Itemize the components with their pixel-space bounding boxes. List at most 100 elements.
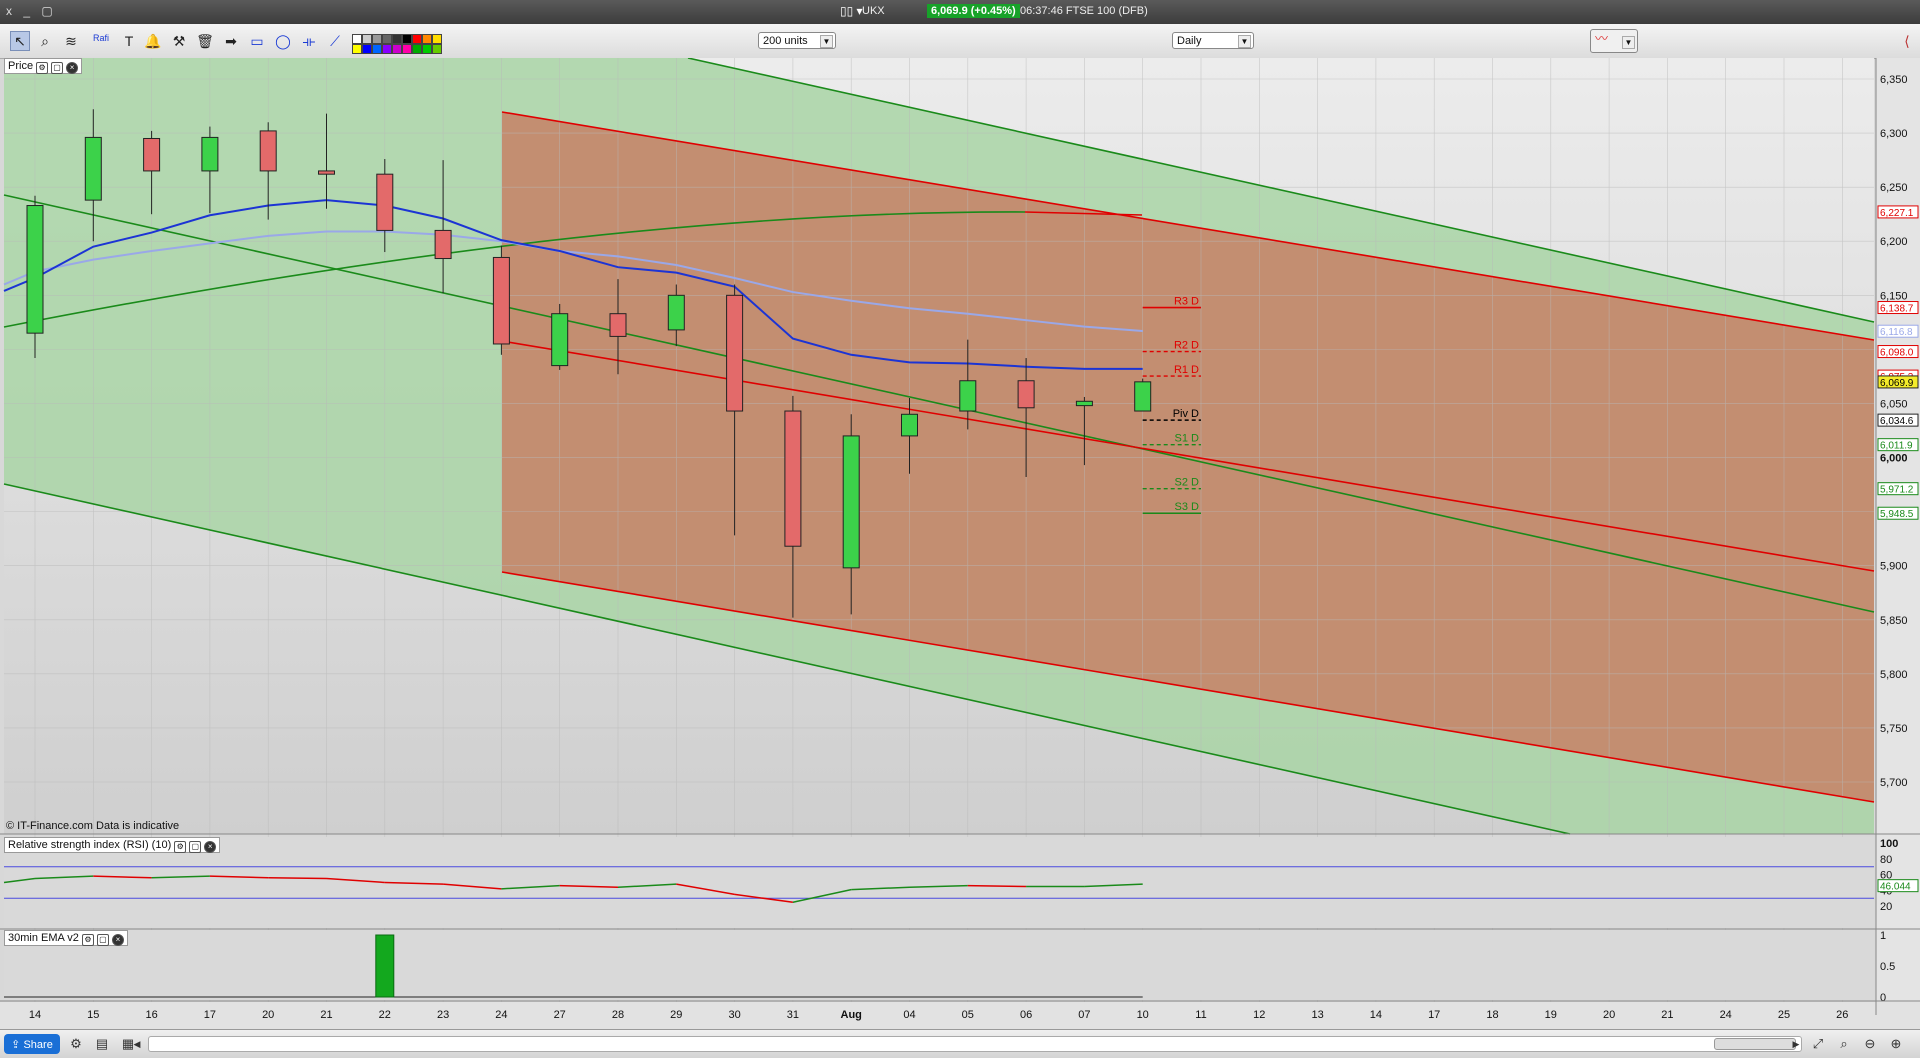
x-tick-label: 20: [262, 1009, 274, 1021]
pivot-label: R3 D: [1174, 296, 1199, 308]
interval-select[interactable]: Daily ▼: [1172, 32, 1254, 49]
color-swatch[interactable]: [432, 44, 442, 54]
maximize-icon[interactable]: ▢: [96, 934, 109, 946]
chevron-down-icon: ▼: [820, 35, 833, 48]
color-swatch[interactable]: [392, 44, 402, 54]
candle-body: [959, 380, 977, 412]
color-swatch[interactable]: [412, 34, 422, 44]
rsi-panel-bg: [4, 837, 1874, 928]
chart-type-icon[interactable]: ▯▯ ▾: [840, 4, 863, 18]
indicator-menu-button[interactable]: 〰 ▼: [1590, 29, 1638, 53]
x-tick-label: 29: [670, 1009, 682, 1021]
color-swatch[interactable]: [372, 44, 382, 54]
color-swatch[interactable]: [402, 34, 412, 44]
ema-panel-bg: [4, 930, 1874, 1000]
wrench-icon[interactable]: ⚙: [174, 841, 187, 853]
collapse-icon[interactable]: ⟨: [1898, 32, 1916, 50]
price-tick-label: 5,850: [1880, 615, 1908, 627]
price-tag-label: 5,948.5: [1880, 509, 1914, 520]
rsi-segment: [268, 877, 327, 880]
color-swatch[interactable]: [362, 44, 372, 54]
settings-icon[interactable]: ⚙: [68, 1036, 84, 1052]
pivot-label: R2 D: [1174, 340, 1199, 352]
color-swatch[interactable]: [382, 44, 392, 54]
zoom-area-icon[interactable]: ⌕: [1836, 1036, 1852, 1052]
x-tick-label: 24: [495, 1009, 507, 1021]
maximize-icon[interactable]: ▢: [51, 62, 64, 74]
x-tick-label: 22: [379, 1009, 391, 1021]
x-tick-label: 05: [962, 1009, 974, 1021]
x-tick-label: 25: [1778, 1009, 1790, 1021]
close-icon[interactable]: ×: [111, 934, 124, 946]
close-icon[interactable]: ×: [204, 841, 217, 853]
candle-body: [84, 136, 102, 201]
close-icon[interactable]: ×: [66, 62, 79, 74]
color-swatch[interactable]: [372, 34, 382, 44]
window-controls[interactable]: x _ ▢: [6, 4, 57, 18]
price-tick-label: 6,150: [1880, 290, 1908, 302]
pivot-label: S3 D: [1175, 501, 1200, 513]
zoom-in-icon[interactable]: ⊕: [1888, 1036, 1904, 1052]
alert-icon[interactable]: 🔔: [144, 32, 162, 50]
x-tick-label: 12: [1253, 1009, 1265, 1021]
ema-signal-bar: [375, 934, 395, 998]
scrollbar-thumb[interactable]: [1714, 1038, 1796, 1050]
color-swatch[interactable]: [392, 34, 402, 44]
x-tick-label: 11: [1195, 1009, 1206, 1021]
units-select[interactable]: 200 units ▼: [758, 32, 836, 49]
color-swatch[interactable]: [362, 34, 372, 44]
candle-body: [26, 205, 44, 334]
maximize-icon[interactable]: ▢: [189, 841, 202, 853]
hline-icon[interactable]: ⟛: [300, 32, 318, 50]
color-swatch[interactable]: [352, 44, 362, 54]
chart-canvas[interactable]: R3 D R2 D R1 D Piv D S1 D S2 D S3 D 6,350 6,300 6…: [0, 58, 1920, 1029]
tools-icon[interactable]: ⚒: [170, 32, 188, 50]
text-icon[interactable]: T: [120, 32, 138, 50]
units-value: 200 units: [763, 35, 808, 47]
price-tick-label: 6,050: [1880, 398, 1908, 410]
scroll-right-icon[interactable]: ▶: [1788, 1036, 1804, 1052]
horizontal-scrollbar[interactable]: [148, 1036, 1802, 1052]
x-tick-label: 13: [1311, 1009, 1323, 1021]
x-tick-label: 26: [1836, 1009, 1848, 1021]
share-button[interactable]: ⇪ Share: [4, 1034, 60, 1054]
price-tag-label: 6,138.7: [1880, 304, 1914, 315]
x-tick-label: 27: [554, 1009, 566, 1021]
scroll-left-icon[interactable]: ◀: [130, 1036, 144, 1052]
arrow-icon[interactable]: ➡: [222, 32, 240, 50]
trash-icon[interactable]: 🗑: [196, 32, 214, 50]
color-swatch[interactable]: [422, 44, 432, 54]
color-swatch[interactable]: [432, 34, 442, 44]
layout-icon[interactable]: ▤: [94, 1036, 110, 1052]
color-swatch[interactable]: [352, 34, 362, 44]
price-tick-label: 6,200: [1880, 236, 1908, 248]
x-tick-label: Aug: [841, 1009, 862, 1021]
fib-icon[interactable]: ≋: [62, 32, 80, 50]
pointer-icon[interactable]: ↖: [10, 31, 30, 51]
fit-icon[interactable]: ⤢: [1810, 1036, 1826, 1052]
price-tag-label: 6,098.0: [1880, 348, 1914, 359]
pen-icon[interactable]: ⟋: [326, 32, 344, 50]
price-tag-label: 5,971.2: [1880, 485, 1914, 496]
candle-body: [784, 410, 802, 547]
candle: [1134, 378, 1152, 412]
x-axis-bg: [0, 1002, 1920, 1029]
price-badge: 6,069.9 (+0.45%): [927, 4, 1020, 18]
candle-body: [318, 170, 335, 175]
ellipse-icon[interactable]: ◯: [274, 32, 292, 50]
wrench-icon[interactable]: ⚙: [36, 62, 49, 74]
color-swatch[interactable]: [382, 34, 392, 44]
candle-body: [376, 173, 394, 231]
price-tick-label: 5,750: [1880, 723, 1908, 735]
pivot-label: R1 D: [1174, 364, 1199, 376]
color-swatch[interactable]: [412, 44, 422, 54]
x-tick-label: 21: [320, 1009, 332, 1021]
x-tick-label: 18: [1486, 1009, 1498, 1021]
zoom-icon[interactable]: ⌕: [36, 32, 54, 50]
price-tag-label: 6,227.1: [1880, 208, 1914, 219]
rect-icon[interactable]: ▭: [248, 32, 266, 50]
color-swatch[interactable]: [402, 44, 412, 54]
color-swatch[interactable]: [422, 34, 432, 44]
wrench-icon[interactable]: ⚙: [81, 934, 94, 946]
zoom-out-icon[interactable]: ⊖: [1862, 1036, 1878, 1052]
